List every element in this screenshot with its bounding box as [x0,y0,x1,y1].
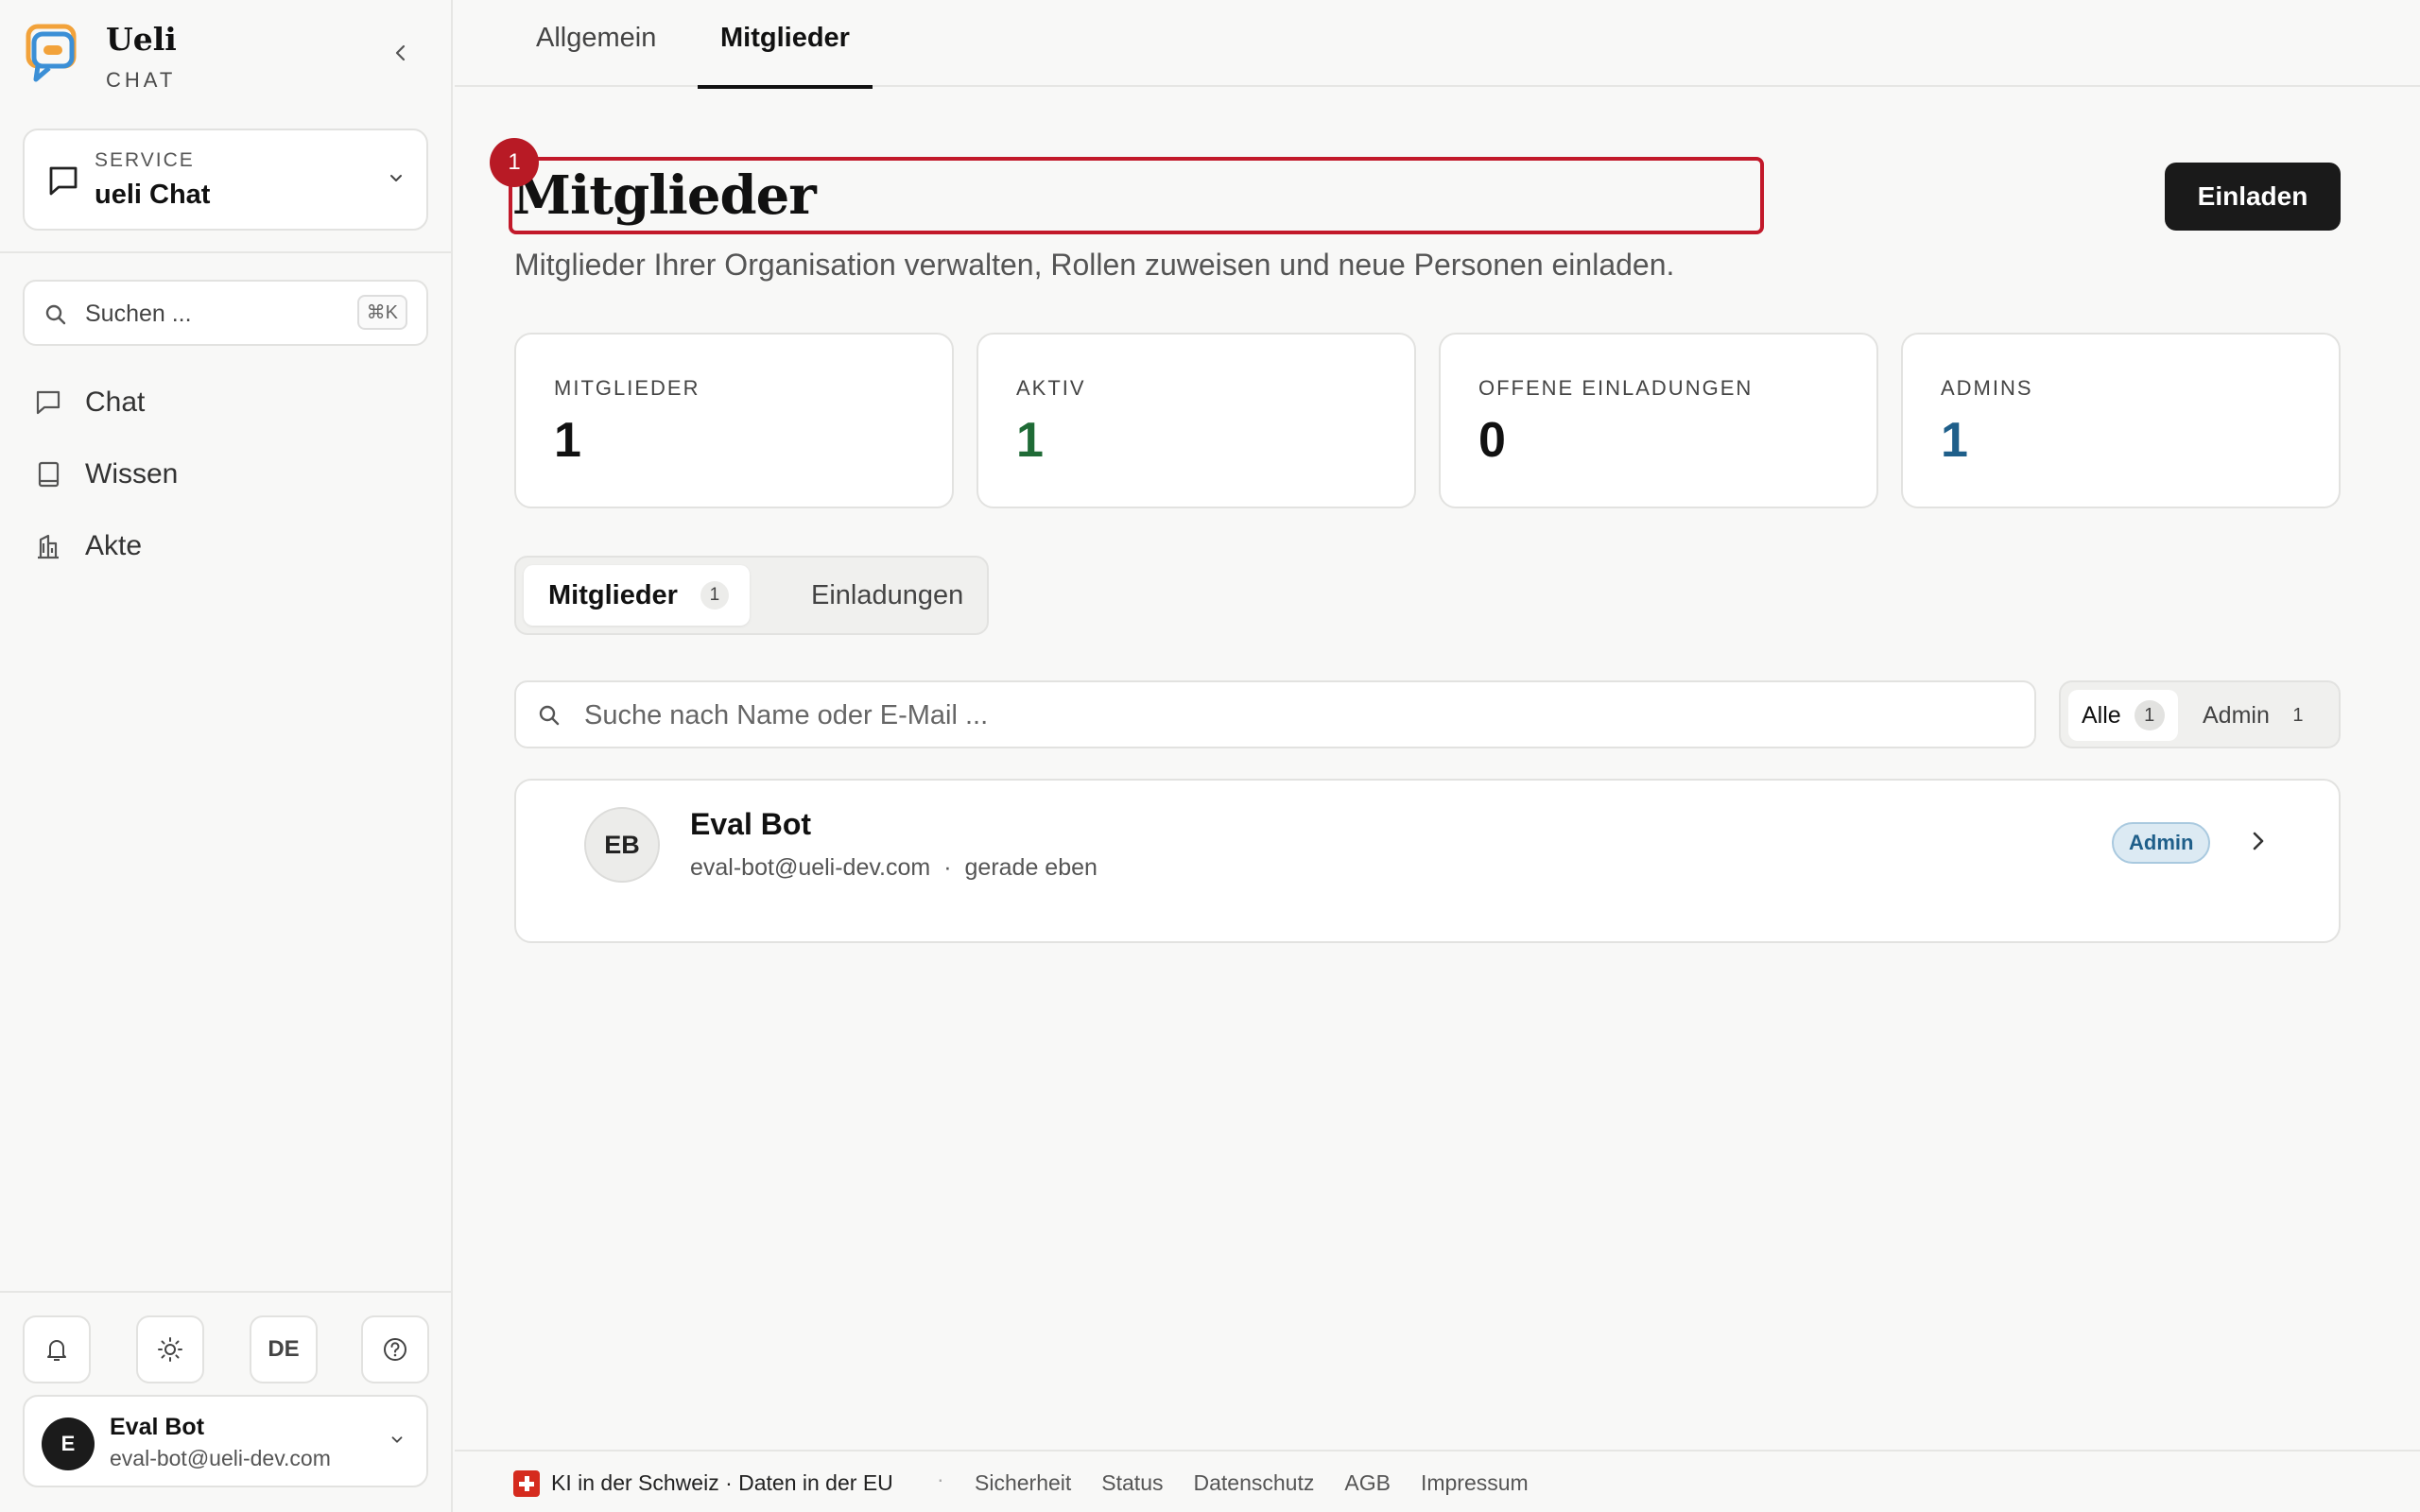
filter-label: Admin [2203,701,2270,729]
footer-link-agb[interactable]: AGB [1344,1470,1391,1496]
search-shortcut: ⌘K [356,295,407,330]
user-email: eval-bot@ueli-dev.com [110,1446,331,1470]
filter-all[interactable]: Alle 1 [2068,690,2178,741]
service-selector[interactable]: SERVICE ueli Chat [23,129,428,231]
footer: KI in der Schweiz · Daten in der EU · Si… [455,1450,2420,1512]
settings-tabs: Allgemein Mitglieder [455,0,2420,89]
chevron-right-icon[interactable] [2244,824,2273,858]
chat-icon [49,166,78,196]
member-search-input[interactable] [584,696,2002,735]
collapse-sidebar-button[interactable] [382,34,420,72]
sidebar-item-label: Chat [85,387,146,418]
page-title-highlight: Mitglieder [509,157,1764,234]
role-filter: Alle 1 Admin 1 [2059,680,2341,748]
help-icon [384,1338,406,1361]
tab-invitations[interactable]: Einladungen [790,565,984,626]
meta-separator: · [943,854,952,881]
member-name: Eval Bot [690,807,812,841]
list-item[interactable]: EB Eval Bot eval-bot@ueli-dev.com · gerade… [514,779,2341,943]
swiss-flag-icon [513,1470,540,1497]
user-menu[interactable]: E Eval Bot eval-bot@ueli-dev.com [23,1395,428,1487]
role-badge: Admin [2112,822,2211,864]
member-email: eval-bot@ueli-dev.com [690,854,931,881]
stat-card-active: AKTIV 1 [977,333,1416,508]
search-icon [45,304,66,325]
stat-label: OFFENE EINLADUNGEN [1478,376,1754,400]
tab-label: Mitglieder [548,579,678,610]
stat-value: 1 [1016,413,1044,468]
footer-link-impressum[interactable]: Impressum [1421,1470,1529,1496]
stat-value: 0 [1478,413,1506,468]
avatar: E [42,1418,95,1470]
count-badge: 1 [2292,704,2304,726]
chat-icon [36,390,60,415]
footer-link-sicherheit[interactable]: Sicherheit [975,1470,1071,1496]
sidebar-divider [0,251,453,253]
sidebar-item-akte[interactable]: Akte [23,518,429,575]
member-search[interactable] [514,680,2036,748]
filter-label: Alle [2082,701,2121,729]
building-icon [38,534,59,559]
stat-value: 1 [1941,413,1968,468]
language-button[interactable]: DE [250,1315,318,1383]
sidebar-search[interactable]: Suchen ... ⌘K [23,280,428,346]
service-label: SERVICE [95,149,195,171]
tab-members-list[interactable]: Mitglieder 1 [524,565,750,626]
footer-claim: KI in der Schweiz · Daten in der EU [551,1470,893,1495]
count-badge: 1 [2134,700,2165,730]
member-meta: eval-bot@ueli-dev.com · gerade eben [690,854,1098,882]
brand-sub: CHAT [106,68,177,92]
tab-mitglieder[interactable]: Mitglieder [698,23,873,89]
theme-toggle-button[interactable] [136,1315,204,1383]
tab-allgemein[interactable]: Allgemein [536,23,656,87]
sidebar-item-wissen[interactable]: Wissen [23,446,429,503]
sidebar-item-label: Wissen [85,458,179,490]
page-subtitle: Mitglieder Ihrer Organisation verwalten,… [514,248,1675,282]
sidebar-nav: Chat Wissen Akte [23,374,429,590]
footer-separator: · [937,1467,944,1491]
sidebar: Ueli CHAT SERVICE ueli Chat Suchen ... ⌘… [0,0,453,1512]
avatar: EB [584,807,660,883]
sidebar-search-placeholder: Suchen ... [85,301,192,327]
stats-row: MITGLIEDER 1 AKTIV 1 OFFENE EINLADUNGEN … [514,333,2341,508]
search-icon [539,705,560,726]
service-value: ueli Chat [95,180,211,210]
count-badge: 1 [700,581,729,610]
stat-value: 1 [554,413,581,468]
chevron-left-icon [395,44,406,61]
sidebar-item-chat[interactable]: Chat [23,374,429,431]
stat-label: MITGLIEDER [554,376,700,400]
book-icon [38,461,60,488]
user-name: Eval Bot [110,1414,205,1440]
footer-link-datenschutz[interactable]: Datenschutz [1194,1470,1315,1496]
stat-label: ADMINS [1941,376,2033,400]
stat-card-open-invites: OFFENE EINLADUNGEN 0 [1439,333,1878,508]
filter-admin[interactable]: Admin 1 [2189,690,2326,741]
sidebar-utility-bar: DE [23,1315,429,1383]
sidebar-item-label: Akte [85,530,143,561]
footer-link-status[interactable]: Status [1101,1470,1163,1496]
bell-icon [47,1340,66,1361]
notifications-button[interactable] [23,1315,91,1383]
annotation-badge: 1 [490,138,539,187]
footer-links: Sicherheit Status Datenschutz AGB Impres… [975,1470,1529,1496]
brand-name: Ueli [106,21,177,58]
invite-button[interactable]: Einladen [2165,163,2341,231]
brand[interactable]: Ueli CHAT [25,21,422,96]
stat-card-members: MITGLIEDER 1 [514,333,954,508]
member-view-toggle: Mitglieder 1 Einladungen [514,556,989,635]
chevron-down-icon [391,1436,403,1443]
stat-label: AKTIV [1016,376,1086,400]
logo-icon [26,24,77,82]
stat-card-admins: ADMINS 1 [1901,333,2341,508]
sidebar-divider [0,1291,453,1293]
sun-icon [158,1337,182,1362]
help-button[interactable] [361,1315,429,1383]
chevron-down-icon [390,175,402,181]
member-last-seen: gerade eben [964,854,1098,881]
page-title: Mitglieder [512,164,817,227]
